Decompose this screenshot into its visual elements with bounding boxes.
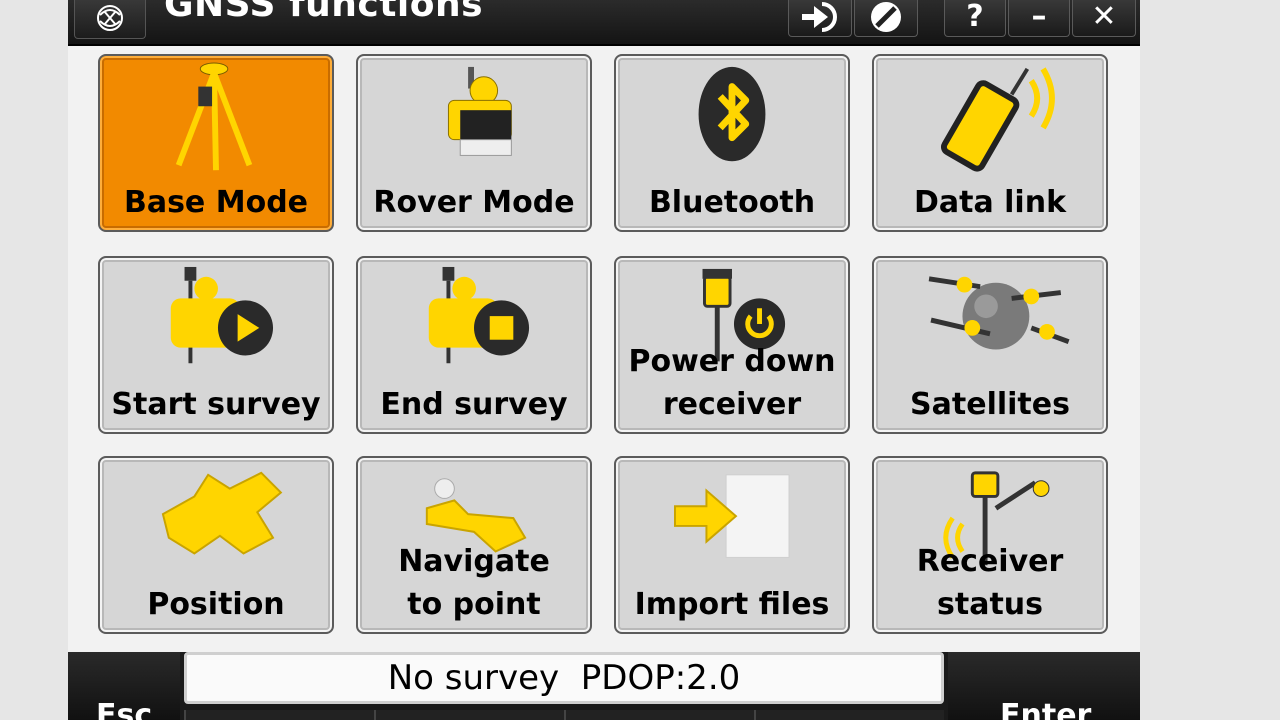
status-bar: No survey PDOP:2.0 <box>184 652 944 704</box>
minimize-button[interactable]: – <box>1008 0 1070 37</box>
tile-label: Power down receiver <box>628 344 836 422</box>
base-mode-button[interactable]: Base Mode <box>98 54 334 232</box>
end-survey-button[interactable]: End survey <box>356 256 592 434</box>
tile-label: Bluetooth <box>648 185 816 220</box>
power-down-receiver-button[interactable]: Power down receiver <box>614 256 850 434</box>
tile-label: Start survey <box>111 387 321 422</box>
status-subtabs <box>184 710 944 720</box>
close-button[interactable]: ✕ <box>1072 0 1136 37</box>
title-bar: GNSS functions ? – ✕ <box>68 0 1140 46</box>
tile-label: Navigate to point <box>398 544 550 622</box>
enter-label: Enter <box>1000 698 1092 720</box>
gnss-functions-screen: GNSS functions ? – ✕ Base Mode Rover Mod… <box>68 0 1140 720</box>
end-survey-icon <box>428 266 530 364</box>
tile-label: Rover Mode <box>373 185 575 220</box>
tile-label: Data link <box>913 185 1067 220</box>
tile-label: Import files <box>634 587 830 622</box>
subtab[interactable] <box>564 710 754 720</box>
subtab[interactable] <box>184 710 374 720</box>
import-files-icon <box>674 474 790 558</box>
tile-label: Satellites <box>910 387 1070 422</box>
navigate-to-point-button[interactable]: Navigate to point <box>356 456 592 634</box>
page-title: GNSS functions <box>164 0 484 25</box>
esc-label: Esc <box>96 698 153 720</box>
subtab[interactable] <box>754 710 944 720</box>
start-survey-icon <box>170 266 274 364</box>
tile-label: End survey <box>380 387 568 422</box>
bottom-bar: Esc No survey PDOP:2.0 Enter <box>68 652 1140 720</box>
tile-label: Position <box>147 587 285 622</box>
satellites-icon <box>928 276 1070 350</box>
position-icon <box>161 471 283 555</box>
minimize-icon: – <box>1031 0 1047 34</box>
enter-button[interactable]: Enter <box>948 652 1140 720</box>
receiver-status-button[interactable]: Receiver status <box>872 456 1108 634</box>
connect-button[interactable] <box>788 0 852 37</box>
help-icon: ? <box>966 0 984 34</box>
close-icon: ✕ <box>1091 0 1117 34</box>
connect-icon <box>802 2 837 32</box>
radio-data-link-icon <box>940 67 1055 172</box>
trimble-logo-icon[interactable] <box>74 0 146 39</box>
bluetooth-icon <box>698 66 766 162</box>
base-tripod-icon <box>175 62 253 171</box>
position-button[interactable]: Position <box>98 456 334 634</box>
import-files-button[interactable]: Import files <box>614 456 850 634</box>
help-button[interactable]: ? <box>944 0 1006 37</box>
tile-label: Base Mode <box>123 185 309 220</box>
bluetooth-button[interactable]: Bluetooth <box>614 54 850 232</box>
start-survey-button[interactable]: Start survey <box>98 256 334 434</box>
data-link-button[interactable]: Data link <box>872 54 1108 232</box>
tile-label: Receiver status <box>916 544 1064 622</box>
subtab[interactable] <box>374 710 564 720</box>
esc-button[interactable]: Esc <box>68 652 180 720</box>
no-entry-icon <box>871 2 901 32</box>
rover-receiver-icon <box>447 66 512 156</box>
satellites-button[interactable]: Satellites <box>872 256 1108 434</box>
no-entry-button[interactable] <box>854 0 918 37</box>
rover-mode-button[interactable]: Rover Mode <box>356 54 592 232</box>
